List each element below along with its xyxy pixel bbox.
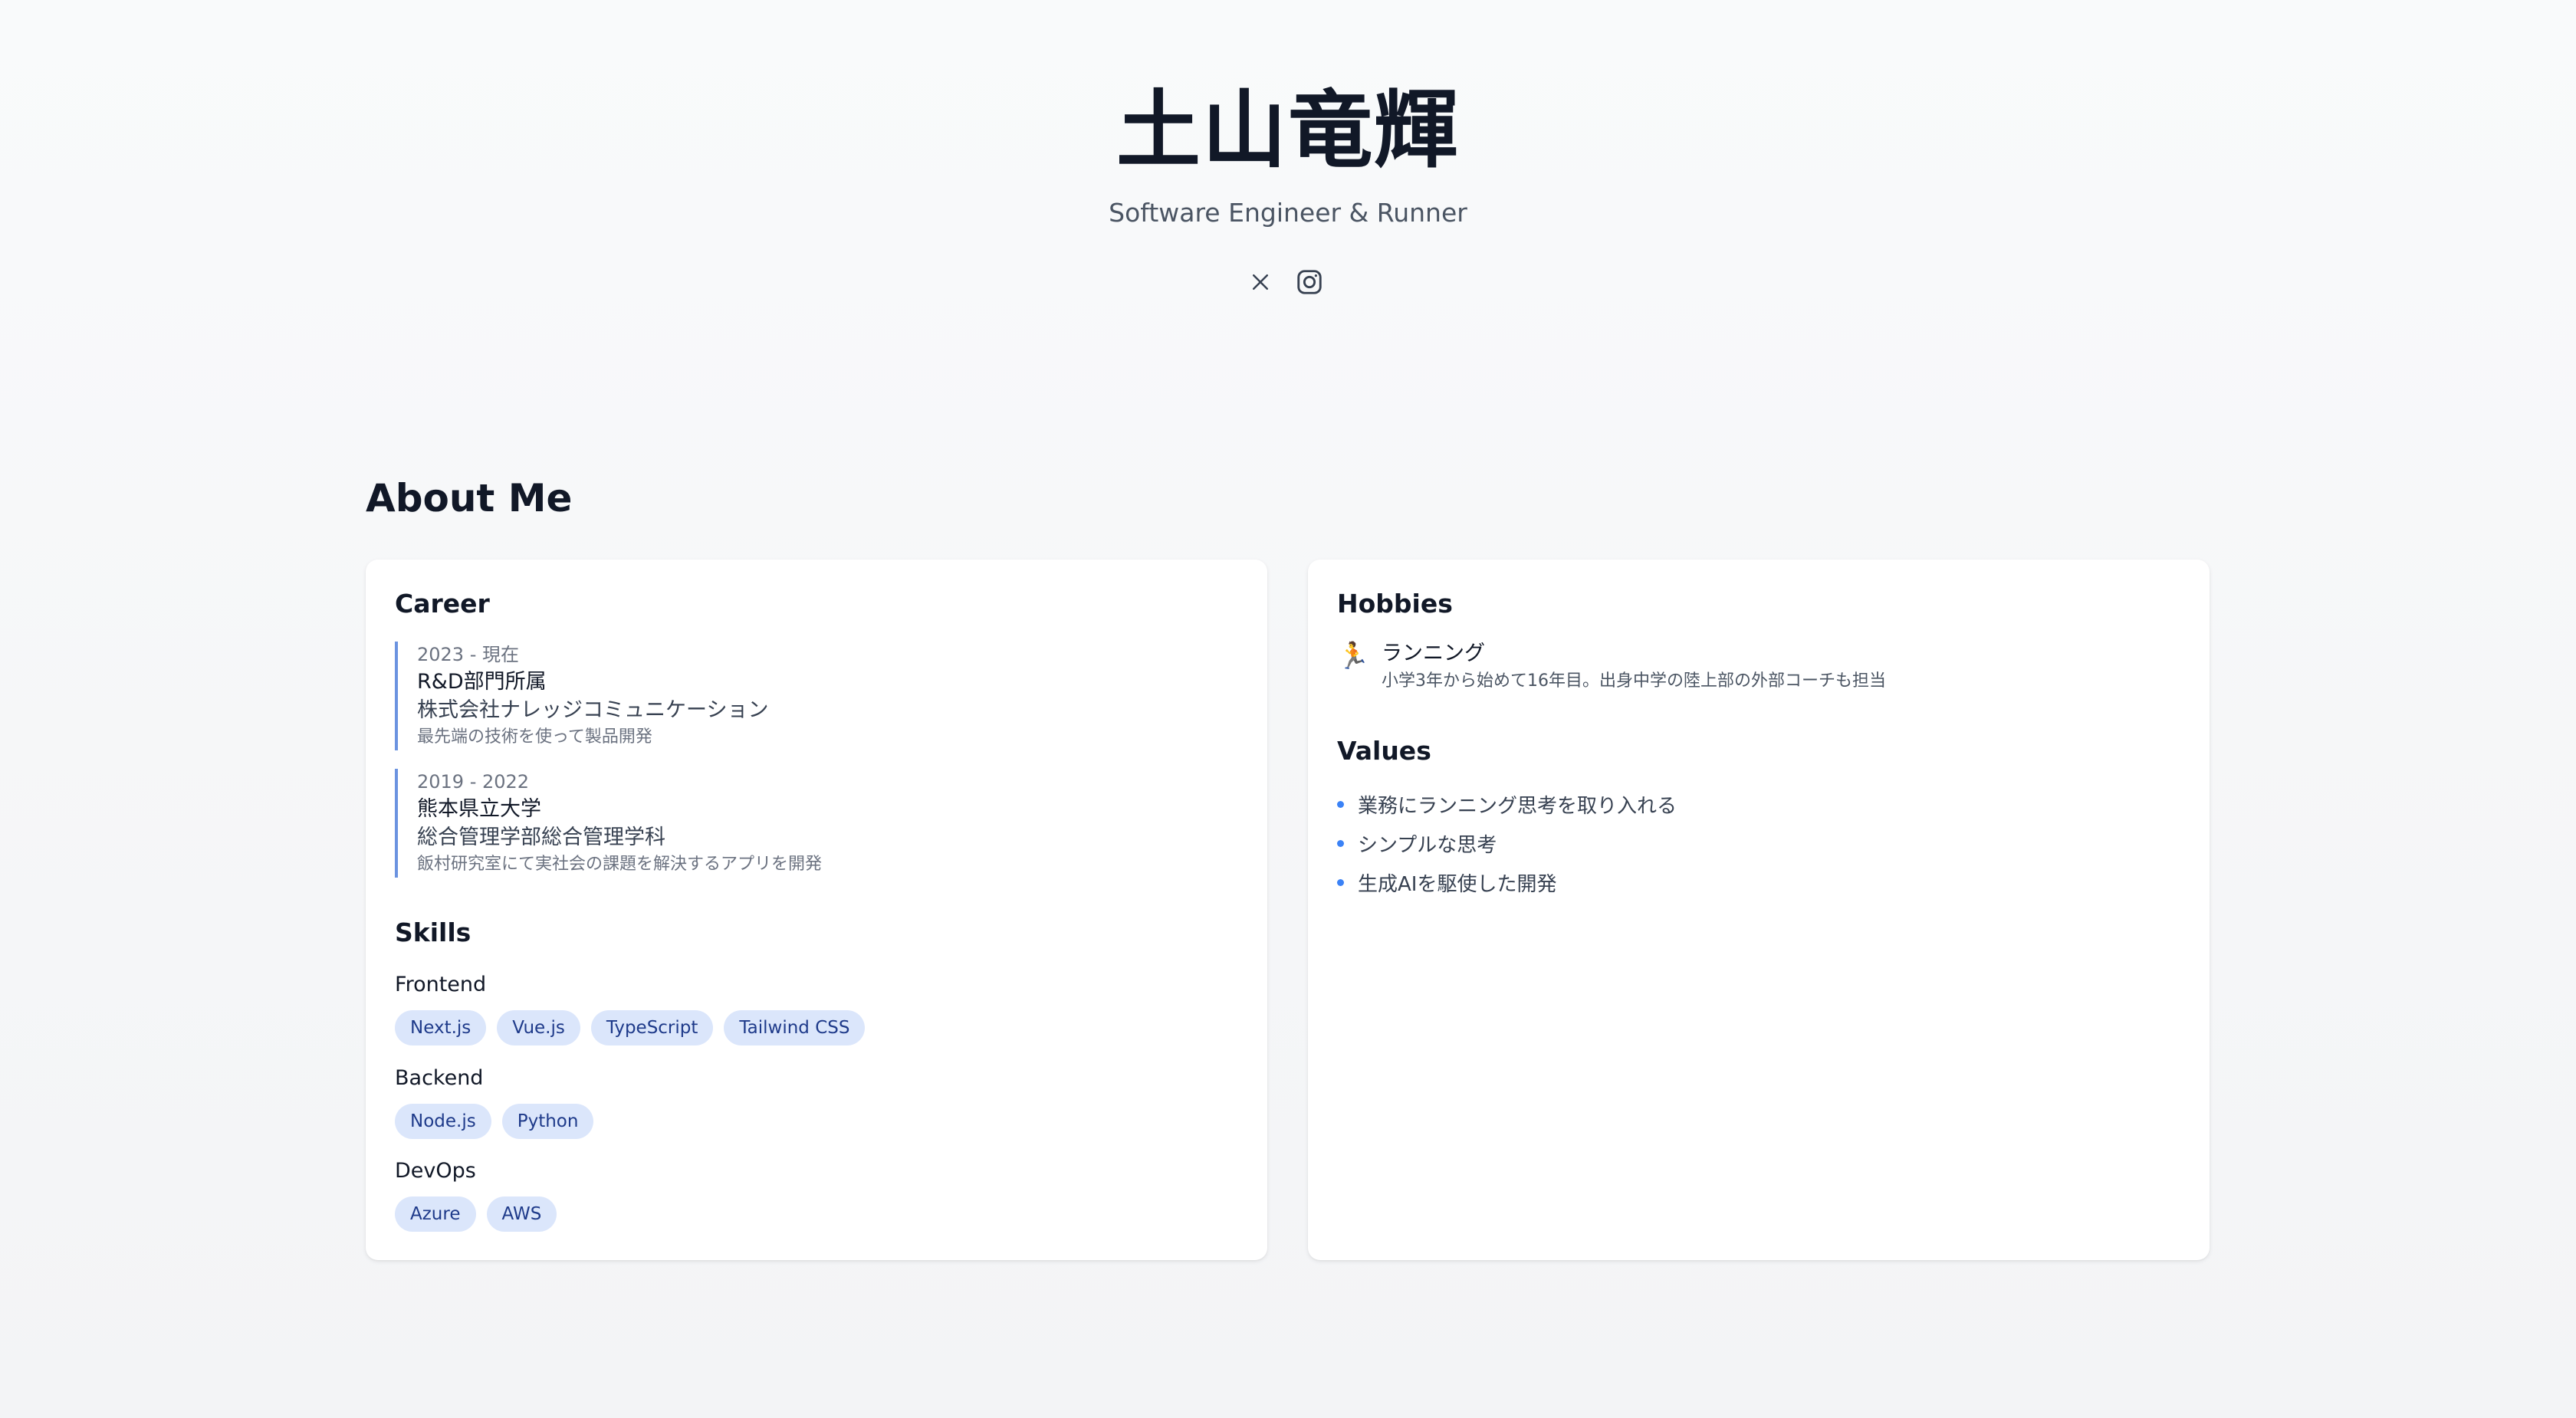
career-heading: Career [395, 589, 490, 619]
list-item: 生成AIを駆使した開発 [1337, 863, 1677, 902]
skill-tag: Python [501, 1104, 594, 1139]
value-text: シンプルな思考 [1358, 834, 1497, 857]
skill-tag: Node.js [395, 1104, 491, 1139]
career-period: 2023 - 現在 [417, 644, 519, 665]
hobby-name: ランニング [1382, 642, 1485, 665]
career-title: 熊本県立大学 [417, 797, 541, 821]
skill-tag: Azure [395, 1196, 476, 1232]
x-link[interactable] [1245, 267, 1276, 297]
values-list: 業務にランニング思考を取り入れる シンプルな思考 生成AIを駆使した開発 [1337, 785, 1677, 902]
career-item: 2019 - 2022 熊本県立大学 総合管理学部総合管理学科 飯村研究室にて実… [395, 769, 1030, 878]
skill-category-frontend: Frontend [395, 973, 487, 996]
instagram-link[interactable] [1294, 267, 1325, 297]
skill-tags-backend: Node.js Python [395, 1104, 594, 1139]
career-item: 2023 - 現在 R&D部門所属 株式会社ナレッジコミュニケーション 最先端の… [395, 642, 1030, 750]
hobbies-heading: Hobbies [1337, 589, 1453, 619]
career-desc: 飯村研究室にて実社会の課題を解決するアプリを開発 [417, 855, 823, 874]
value-text: 業務にランニング思考を取り入れる [1358, 795, 1677, 818]
instagram-icon [1297, 270, 1322, 294]
skill-category-backend: Backend [395, 1066, 484, 1090]
skill-tag: AWS [486, 1196, 557, 1232]
skill-tags-frontend: Next.js Vue.js TypeScript Tailwind CSS [395, 1010, 866, 1045]
values-heading: Values [1337, 736, 1431, 766]
skill-tag: Tailwind CSS [724, 1010, 866, 1045]
profile-name: 土山竜輝 [1116, 81, 1460, 179]
social-links [1245, 267, 1325, 297]
career-title: R&D部門所属 [417, 670, 547, 694]
skills-heading: Skills [395, 917, 472, 947]
skill-tag: Vue.js [497, 1010, 580, 1045]
about-title: About Me [366, 476, 573, 520]
runner-icon: 🏃 [1337, 641, 1370, 671]
skill-tag: TypeScript [590, 1010, 714, 1045]
career-desc: 最先端の技術を使って製品開発 [417, 727, 652, 747]
career-period: 2019 - 2022 [417, 771, 530, 793]
skill-tag: Next.js [395, 1010, 487, 1045]
career-skills-card: Career 2023 - 現在 R&D部門所属 株式会社ナレッジコミュニケーシ… [366, 560, 1267, 1260]
list-item: シンプルな思考 [1337, 824, 1677, 863]
hobby-text: ランニング 小学3年から始めて16年目。出身中学の陸上部の外部コーチも担当 [1382, 639, 1886, 694]
list-item: 業務にランニング思考を取り入れる [1337, 785, 1677, 824]
hobbies-values-card: Hobbies 🏃 ランニング 小学3年から始めて16年目。出身中学の陸上部の外… [1308, 560, 2210, 1260]
hobby-desc: 小学3年から始めて16年目。出身中学の陸上部の外部コーチも担当 [1382, 671, 1886, 691]
skill-tags-devops: Azure AWS [395, 1196, 557, 1232]
x-icon [1253, 274, 1268, 290]
skill-category-devops: DevOps [395, 1159, 476, 1183]
hobby-item: 🏃 ランニング 小学3年から始めて16年目。出身中学の陸上部の外部コーチも担当 [1337, 639, 1886, 694]
bullet-icon [1337, 801, 1344, 808]
career-org: 株式会社ナレッジコミュニケーション [417, 698, 769, 722]
value-text: 生成AIを駆使した開発 [1358, 873, 1557, 896]
bullet-icon [1337, 879, 1344, 886]
bullet-icon [1337, 840, 1344, 847]
career-org: 総合管理学部総合管理学科 [417, 826, 665, 849]
profile-subtitle: Software Engineer & Runner [1109, 198, 1467, 228]
